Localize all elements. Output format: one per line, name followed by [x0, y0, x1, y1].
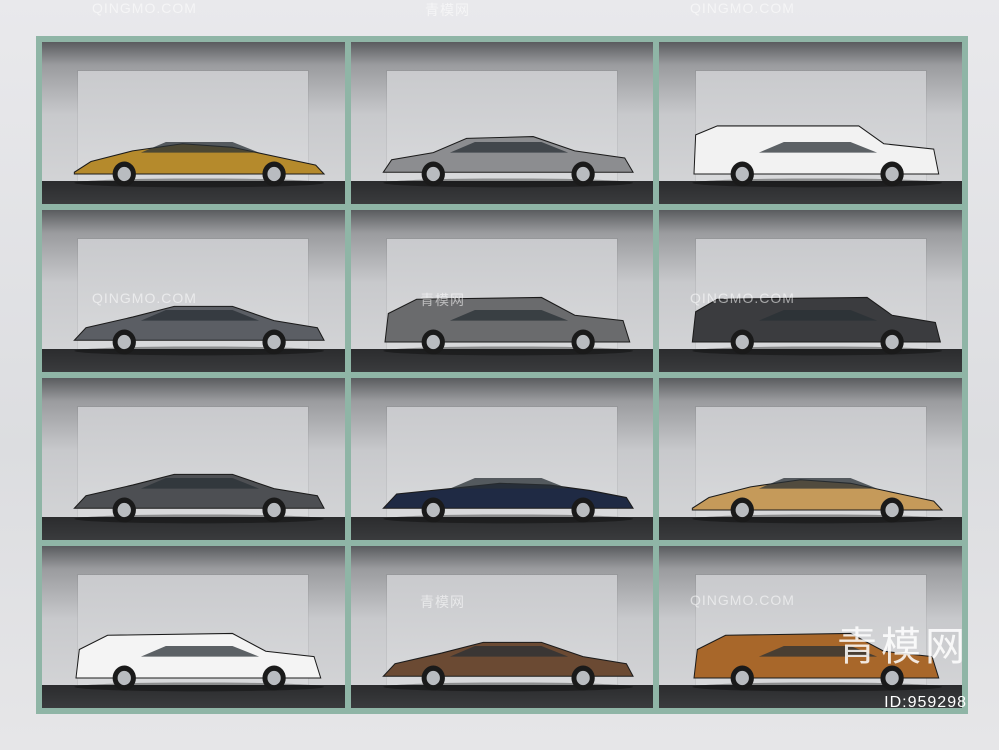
shelf-cell — [350, 210, 654, 372]
car-silhouette-icon — [73, 473, 326, 523]
shelf-cell — [42, 546, 345, 708]
car-silhouette-icon — [383, 296, 633, 355]
shelf-cell — [42, 42, 345, 204]
shelf-cell — [350, 546, 654, 708]
shelf-cell — [659, 378, 962, 540]
car-model-image — [66, 117, 332, 188]
car-model-image — [375, 621, 641, 692]
car-silhouette-icon — [691, 296, 942, 355]
car-model-image — [66, 453, 332, 524]
car-model-image — [375, 453, 641, 524]
car-model-image — [66, 621, 332, 692]
car-silhouette-icon — [381, 641, 634, 691]
car-model-image — [684, 285, 950, 356]
car-silhouette-icon — [691, 124, 942, 187]
car-model-image — [684, 117, 950, 188]
id-label: ID:959298 — [884, 694, 967, 711]
car-silhouette-icon — [74, 632, 325, 691]
brand-logo: 青模网 — [837, 624, 969, 670]
shelf-cell — [350, 42, 654, 204]
car-silhouette-icon — [73, 305, 326, 355]
car-model-image — [66, 285, 332, 356]
shelf-cell — [659, 210, 962, 372]
shelf-cell — [42, 210, 345, 372]
car-silhouette-icon — [74, 141, 326, 187]
car-silhouette-icon — [382, 135, 634, 187]
shelf-grid — [42, 42, 962, 708]
car-model-image — [684, 453, 950, 524]
watermark: QINGMO.COM — [690, 0, 795, 16]
shelf-cell — [350, 378, 654, 540]
watermark: 青模网 — [425, 2, 470, 18]
shelf-cell — [42, 378, 345, 540]
car-silhouette-icon — [691, 477, 943, 523]
car-model-image — [375, 285, 641, 356]
watermark: QINGMO.COM — [92, 0, 197, 16]
car-silhouette-icon — [381, 477, 634, 523]
car-display-shelf — [36, 36, 968, 714]
car-model-image — [375, 117, 641, 188]
shelf-cell — [659, 42, 962, 204]
